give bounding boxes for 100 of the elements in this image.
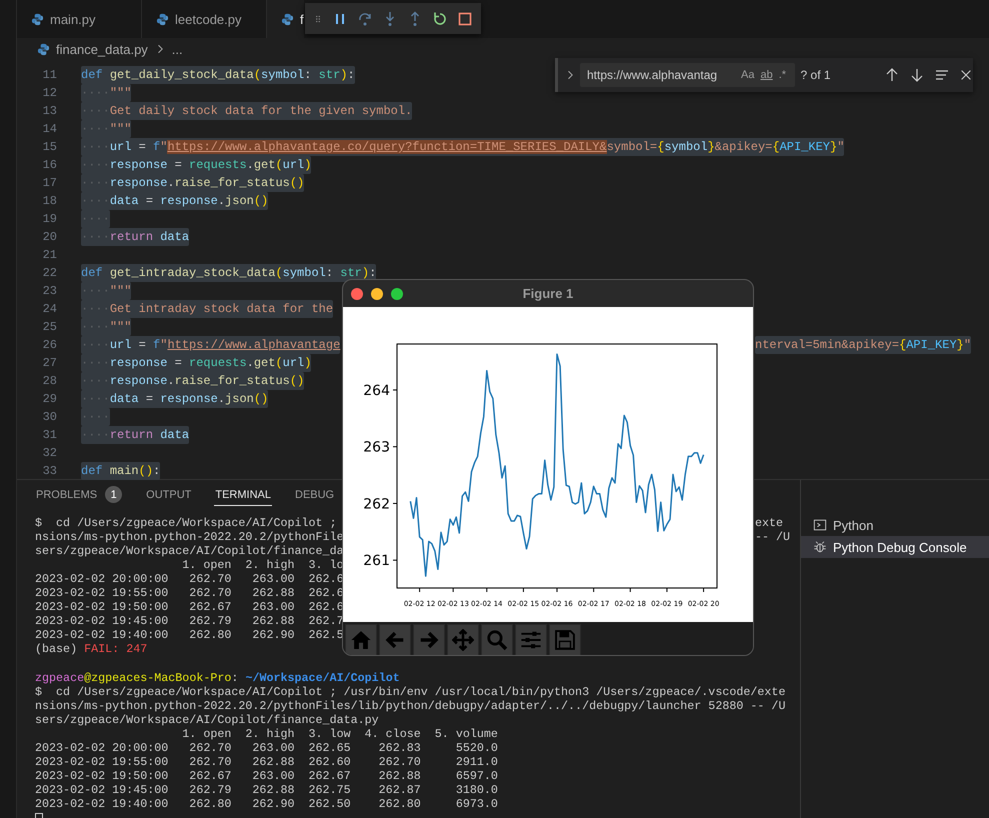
arrow-up-icon — [884, 67, 900, 83]
line-number: 31 — [42, 428, 57, 442]
line-number: 22 — [42, 266, 57, 280]
tick-mark — [486, 588, 488, 592]
tick-mark — [392, 502, 398, 504]
window-close-button[interactable] — [351, 288, 363, 300]
terminal-line: 1. open 2. high 3. low 4. close 5. volume — [181, 727, 498, 741]
tick-label: 261 — [363, 553, 390, 570]
panel-tab[interactable]: PROBLEMS 1 — [35, 484, 124, 506]
match-count: ? of 1 — [800, 68, 832, 82]
line-number: 28 — [42, 374, 57, 388]
line-number: 27 — [42, 356, 57, 370]
line-number: 26 — [42, 338, 57, 352]
terminal-line: nsions/ms-python.python-2022.20.2/pythonFile — [35, 530, 344, 544]
terminal-line: (base) FAIL: 247 — [35, 642, 148, 656]
tick-mark — [703, 588, 704, 592]
terminal-line: 2023-02-02 20:00:00 262.70 263.00 262.65 262.83 5520.0 — [35, 741, 498, 755]
magnifier-icon — [486, 629, 508, 651]
panel-tab[interactable]: TERMINAL — [214, 484, 272, 506]
step-over-button[interactable] — [357, 10, 373, 26]
terminal-line: sers/zgpeace/Workspace/AI/Copilot/finance_data.py — [35, 713, 379, 727]
close-button[interactable] — [959, 68, 973, 82]
terminal-line: 2023-02-02 19:45:00 262.79 262.88 262.75 262.87 3180.0 — [35, 783, 498, 797]
line-number: 11 — [42, 68, 57, 82]
bug-icon — [813, 540, 827, 554]
line-number: 24 — [42, 302, 57, 316]
line-number: 30 — [42, 410, 57, 424]
panel-tab[interactable]: OUTPUT — [145, 484, 192, 506]
editor-tab[interactable]: f — [267, 0, 304, 38]
file-type-icon — [31, 12, 44, 26]
line-number: 12 — [42, 86, 57, 100]
line-number: 18 — [42, 194, 57, 208]
step-over-icon — [357, 10, 373, 26]
line-number: 14 — [42, 122, 57, 136]
move-icon — [452, 629, 474, 651]
find-field[interactable]: https://www.alphavantag Aa ab .* — [580, 63, 795, 87]
editor-tab[interactable]: main.py — [17, 0, 142, 38]
window-minimize-button[interactable] — [371, 288, 383, 300]
tick-label: 263 — [363, 440, 390, 456]
terminal-line: 2023-02-02 19:45:00 262.79 262.88 262.7 — [35, 614, 344, 628]
terminal-line: 2023-02-02 19:55:00 262.70 262.88 262.60 262.70 2911.0 — [35, 755, 498, 769]
terminal-line: -- /U — [755, 530, 790, 544]
file-type-icon — [37, 42, 50, 56]
terminal-list-item[interactable]: Python Debug Console — [801, 536, 989, 558]
line-number: 21 — [42, 248, 57, 262]
close-icon — [959, 68, 973, 82]
terminal-line: sers/zgpeace/Workspace/AI/Copilot/finance_da — [35, 544, 344, 558]
tick-mark — [556, 588, 558, 592]
sliders-icon — [520, 629, 542, 651]
terminal-line: $ cd /Users/zgpeace/Workspace/AI/Copilot ; — [35, 516, 337, 530]
terminal-line: 2023-02-02 19:50:00 262.67 263.00 262.67 262.88 6597.0 — [35, 769, 498, 783]
line-number: 32 — [42, 446, 57, 460]
tick-mark — [392, 560, 398, 561]
file-type-icon — [156, 12, 169, 26]
terminal-line: 2023-02-02 19:40:00 262.80 262.90 262.50 262.80 6973.0 — [35, 797, 498, 811]
arrow-right-icon — [418, 629, 440, 651]
line-number: 16 — [42, 158, 57, 172]
terminal-icon — [813, 518, 827, 532]
find-option-button[interactable]: ab — [760, 69, 773, 81]
arrow-down-icon — [909, 67, 925, 83]
tick-label: 264 — [363, 382, 390, 399]
terminal-line: 2023-02-02 20:00:00 262.70 263.00 262.6 — [35, 572, 344, 586]
line-number: 13 — [42, 104, 57, 118]
stop-icon — [457, 10, 473, 26]
terminal-line: $ cd /Users/zgpeace/Workspace/AI/Copilot ; /usr/bin/env /usr/local/bin/python3 /Users/zgpeace/.vscode/exte — [35, 685, 786, 699]
terminal-list-item[interactable]: Python — [801, 514, 989, 536]
tick-mark — [630, 588, 631, 592]
tick-mark — [452, 588, 454, 592]
tick-mark — [522, 588, 524, 592]
find-option-button[interactable]: Aa — [741, 69, 754, 81]
line-number: 17 — [42, 176, 57, 190]
file-type-icon — [281, 12, 294, 26]
tick-mark — [666, 588, 668, 592]
line-number: 33 — [42, 464, 57, 478]
previous-match-button[interactable] — [884, 67, 900, 83]
breadcrumb-item[interactable]: ... — [172, 42, 183, 56]
window-zoom-button[interactable] — [391, 288, 403, 300]
restart-button[interactable] — [432, 10, 448, 26]
terminal-line: 2023-02-02 19:40:00 262.80 262.90 262.5 — [35, 628, 344, 642]
breadcrumb-item[interactable]: finance_data.py — [56, 42, 148, 56]
terminal-line: 2023-02-02 19:50:00 262.67 263.00 262.6 — [35, 600, 344, 614]
line-number: 25 — [42, 320, 57, 334]
stop-button[interactable] — [457, 10, 473, 26]
save-icon — [554, 629, 576, 651]
tick-mark — [593, 588, 594, 592]
terminal-line: exte — [755, 516, 784, 530]
line-number: 20 — [42, 230, 57, 244]
find-option-button[interactable]: .* — [778, 69, 786, 81]
terminal-line: 2023-02-02 19:55:00 262.70 262.88 262.6 — [35, 586, 344, 600]
restart-icon — [432, 10, 448, 26]
line-number: 15 — [42, 140, 57, 154]
panel-tab[interactable]: DEBUG — [294, 484, 336, 506]
count-badge: 1 — [105, 486, 122, 503]
terminal-line: nsions/ms-python.python-2022.20.2/pythonFiles/lib/python/debugpy/adapter/../../debugpy/launcher 52880 -- /U — [35, 699, 786, 713]
home-icon — [350, 629, 372, 651]
tick-mark — [419, 588, 420, 592]
terminal-line: zgpeace@zgpeaces-MacBook-Pro: ~/Workspace/AI/Copilot — [35, 671, 400, 685]
next-match-button[interactable] — [909, 67, 925, 83]
line-number: 29 — [42, 392, 57, 406]
tick-mark — [392, 446, 398, 448]
